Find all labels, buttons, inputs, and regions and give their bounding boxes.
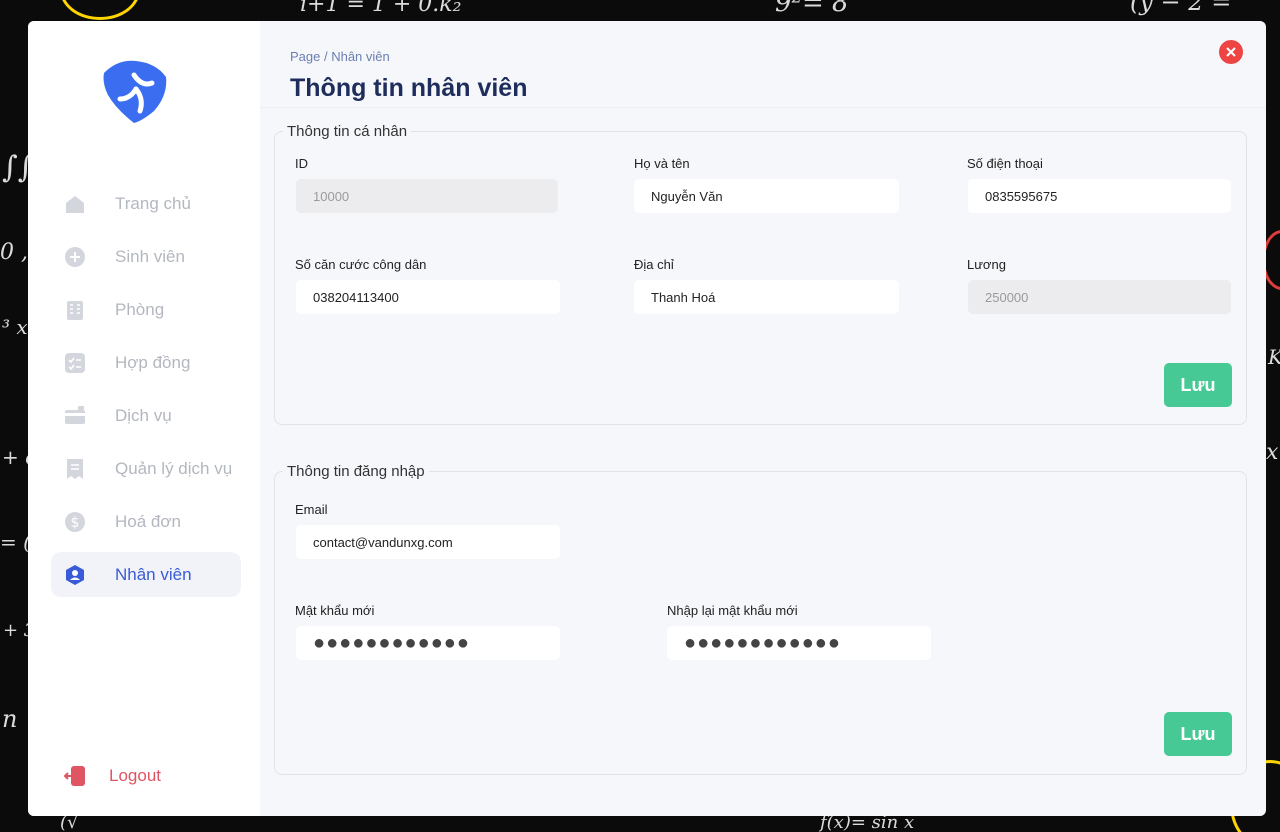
sidebar-item-label: Nhân viên <box>115 564 192 584</box>
breadcrumb[interactable]: Page / Nhân viên <box>290 49 527 64</box>
brand-logo-icon[interactable] <box>96 53 170 127</box>
background-doodle: 0 , <box>0 240 28 265</box>
salary-field[interactable] <box>968 280 1231 314</box>
plus-circle-icon <box>63 245 87 269</box>
main-content: Page / Nhân viên Thông tin nhân viên Thô… <box>260 21 1266 816</box>
sidebar-item-services[interactable]: Dịch vụ <box>51 393 241 438</box>
sidebar-item-label: Hoá đơn <box>115 511 181 531</box>
logout-icon <box>63 764 87 788</box>
login-info-section: Thông tin đăng nhập <box>274 463 1247 775</box>
email-label: Email <box>295 502 328 517</box>
sidebar-item-invoices[interactable]: $ Hoá đơn <box>51 499 241 544</box>
citizen-id-field[interactable] <box>296 280 560 314</box>
sidebar-item-rooms[interactable]: Phòng <box>51 287 241 332</box>
sidebar-item-label: Phòng <box>115 299 165 319</box>
background-arc <box>60 0 140 20</box>
background-doodle: K <box>1268 345 1280 369</box>
new-password-label: Mật khẩu mới <box>295 603 375 618</box>
sidebar-item-home[interactable]: Trang chủ <box>51 181 241 226</box>
page-header: Page / Nhân viên Thông tin nhân viên <box>290 49 527 103</box>
header-divider <box>260 107 1266 108</box>
citizen-id-label: Số căn cước công dân <box>295 257 427 272</box>
background-doodle: ³ x <box>2 315 28 339</box>
confirm-password-label: Nhập lại mật khẩu mới <box>667 603 798 618</box>
sidebar-item-students[interactable]: Sinh viên <box>51 234 241 279</box>
receipt-icon <box>63 457 87 481</box>
close-button[interactable] <box>1219 40 1243 64</box>
background-doodle: (y − 2 = <box>1130 0 1232 16</box>
address-field[interactable] <box>634 280 899 314</box>
sidebar-nav: Trang chủ Sinh viên Phòng Hợp đồng Dịch … <box>51 181 241 605</box>
building-icon <box>63 298 87 322</box>
address-label: Địa chỉ <box>634 257 674 272</box>
sidebar-item-service-management[interactable]: Quản lý dịch vụ <box>51 446 241 491</box>
personal-info-section: Thông tin cá nhân <box>274 123 1247 425</box>
phone-field[interactable] <box>968 179 1231 213</box>
card-icon <box>63 404 87 428</box>
sidebar-item-employees[interactable]: Nhân viên <box>51 552 241 597</box>
home-icon <box>63 192 87 216</box>
sidebar: Trang chủ Sinh viên Phòng Hợp đồng Dịch … <box>28 21 260 816</box>
logout-label: Logout <box>109 766 161 785</box>
background-doodle: x <box>1266 440 1279 465</box>
background-doodle: 9²= 8 <box>775 0 849 18</box>
user-shield-icon <box>63 563 87 587</box>
phone-label: Số điện thoại <box>967 156 1043 171</box>
new-password-field[interactable] <box>296 626 560 660</box>
salary-label: Lương <box>967 257 1006 272</box>
login-info-legend: Thông tin đăng nhập <box>287 463 425 480</box>
svg-text:$: $ <box>71 515 80 531</box>
full-name-label: Họ và tên <box>634 156 690 171</box>
save-login-button[interactable]: Lưu <box>1164 712 1232 756</box>
sidebar-item-label: Sinh viên <box>115 246 185 266</box>
background-doodle: n <box>2 705 18 733</box>
close-icon <box>1226 47 1236 57</box>
personal-info-legend: Thông tin cá nhân <box>287 123 408 140</box>
confirm-password-field[interactable] <box>667 626 931 660</box>
page-title: Thông tin nhân viên <box>290 74 528 102</box>
dollar-icon: $ <box>63 510 87 534</box>
full-name-field[interactable] <box>634 179 899 213</box>
app-window: Trang chủ Sinh viên Phòng Hợp đồng Dịch … <box>28 21 1266 816</box>
sidebar-item-label: Hợp đồng <box>115 352 191 372</box>
sidebar-item-contracts[interactable]: Hợp đồng <box>51 340 241 385</box>
id-label: ID <box>295 156 308 171</box>
sidebar-item-label: Dịch vụ <box>115 405 172 425</box>
background-doodle: = ( <box>0 530 31 554</box>
checklist-icon <box>63 351 87 375</box>
sidebar-item-label: Quản lý dịch vụ <box>115 458 233 478</box>
id-field[interactable] <box>296 179 558 213</box>
logout-button[interactable]: Logout <box>63 764 161 788</box>
save-personal-button[interactable]: Lưu <box>1164 363 1232 407</box>
background-doodle: i+1 = 1 + 0.k₂ <box>300 0 462 17</box>
email-field[interactable] <box>296 525 560 559</box>
sidebar-item-label: Trang chủ <box>115 193 191 213</box>
